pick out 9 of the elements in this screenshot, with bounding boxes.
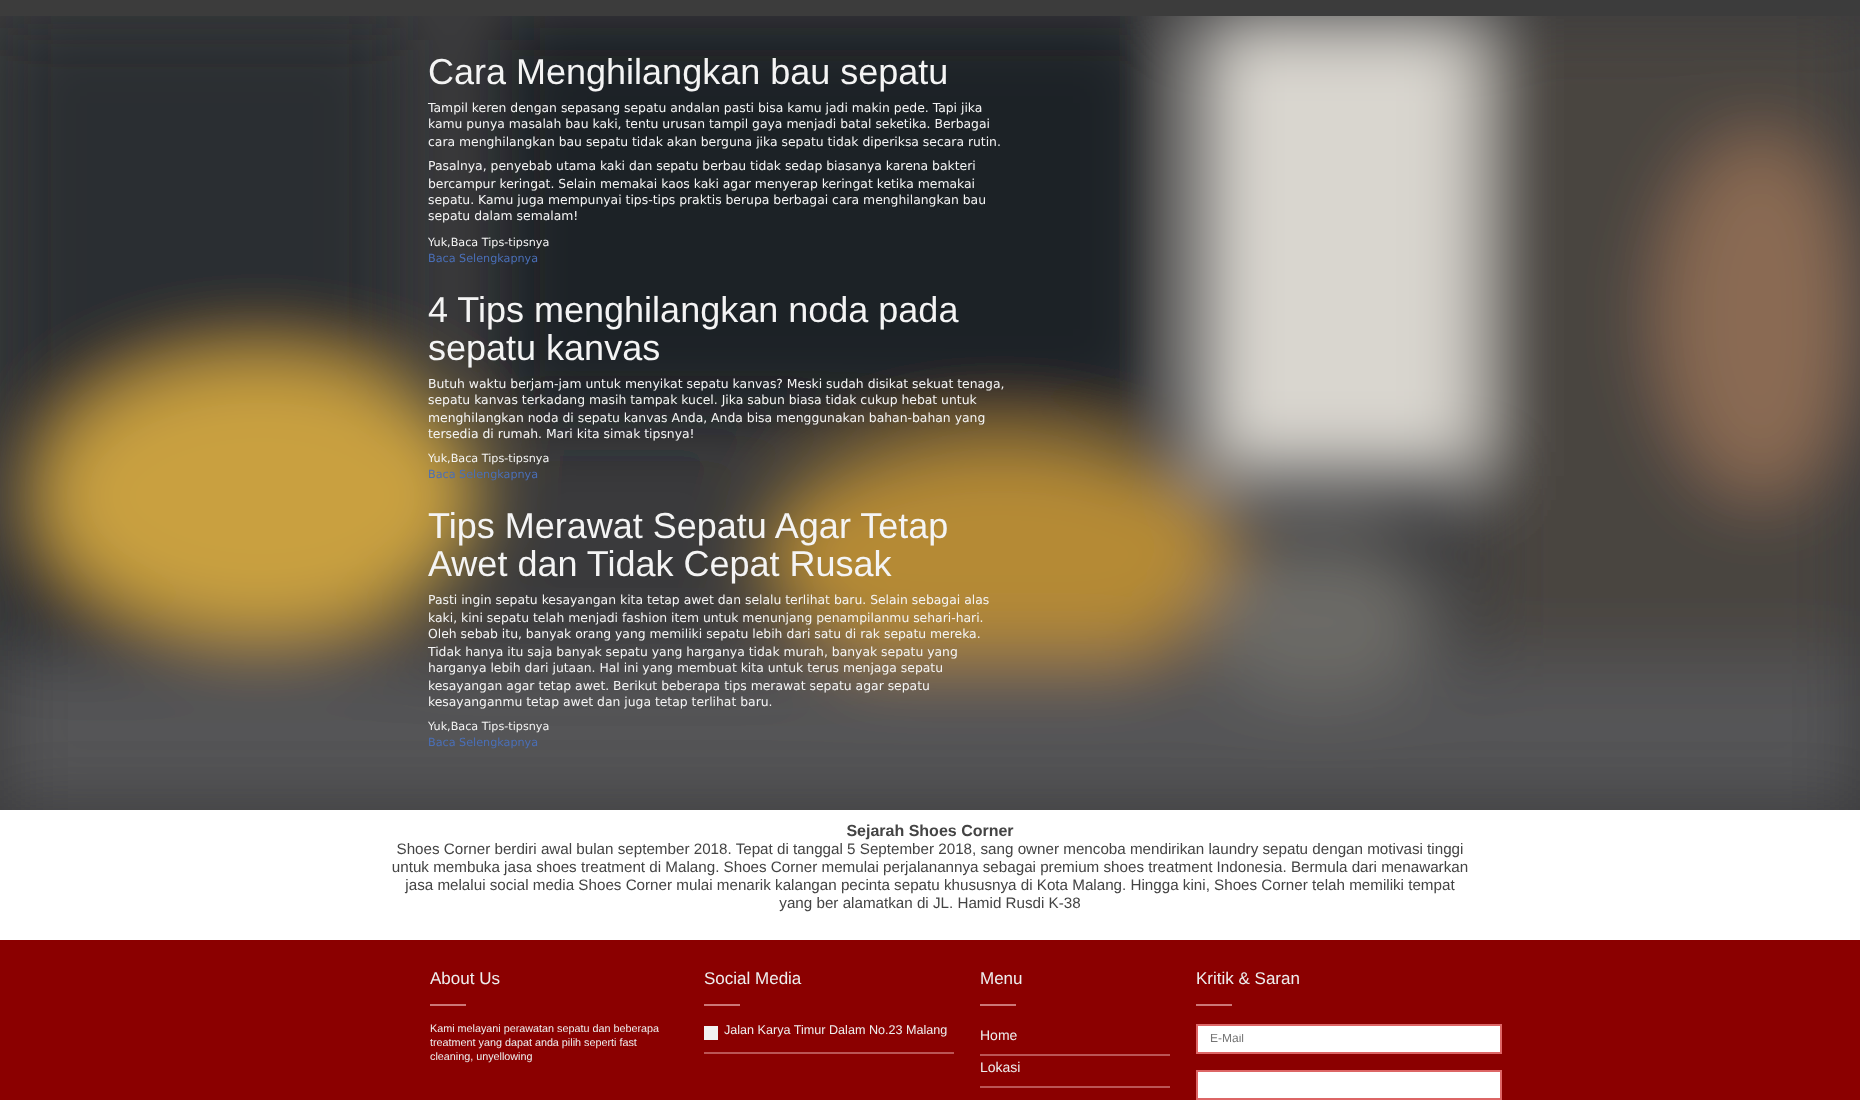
article-title: Cara Menghilangkan bau sepatu: [428, 54, 951, 92]
footer-heading: Social Media: [704, 968, 954, 1006]
history-title: Sejarah Shoes Corner: [844, 822, 1016, 840]
message-field[interactable]: [1196, 1070, 1502, 1100]
article-title: Tips Merawat Sepatu Agar Tetap Awet dan Tidak Cepat Rusak: [428, 508, 951, 585]
footer-heading: Kritik & Saran: [1196, 968, 1506, 1006]
article-title: 4 Tips menghilangkan noda pada sepatu kanvas: [428, 291, 961, 368]
footer-heading: About Us: [430, 968, 680, 1006]
footer-heading: Menu: [980, 968, 1170, 1006]
